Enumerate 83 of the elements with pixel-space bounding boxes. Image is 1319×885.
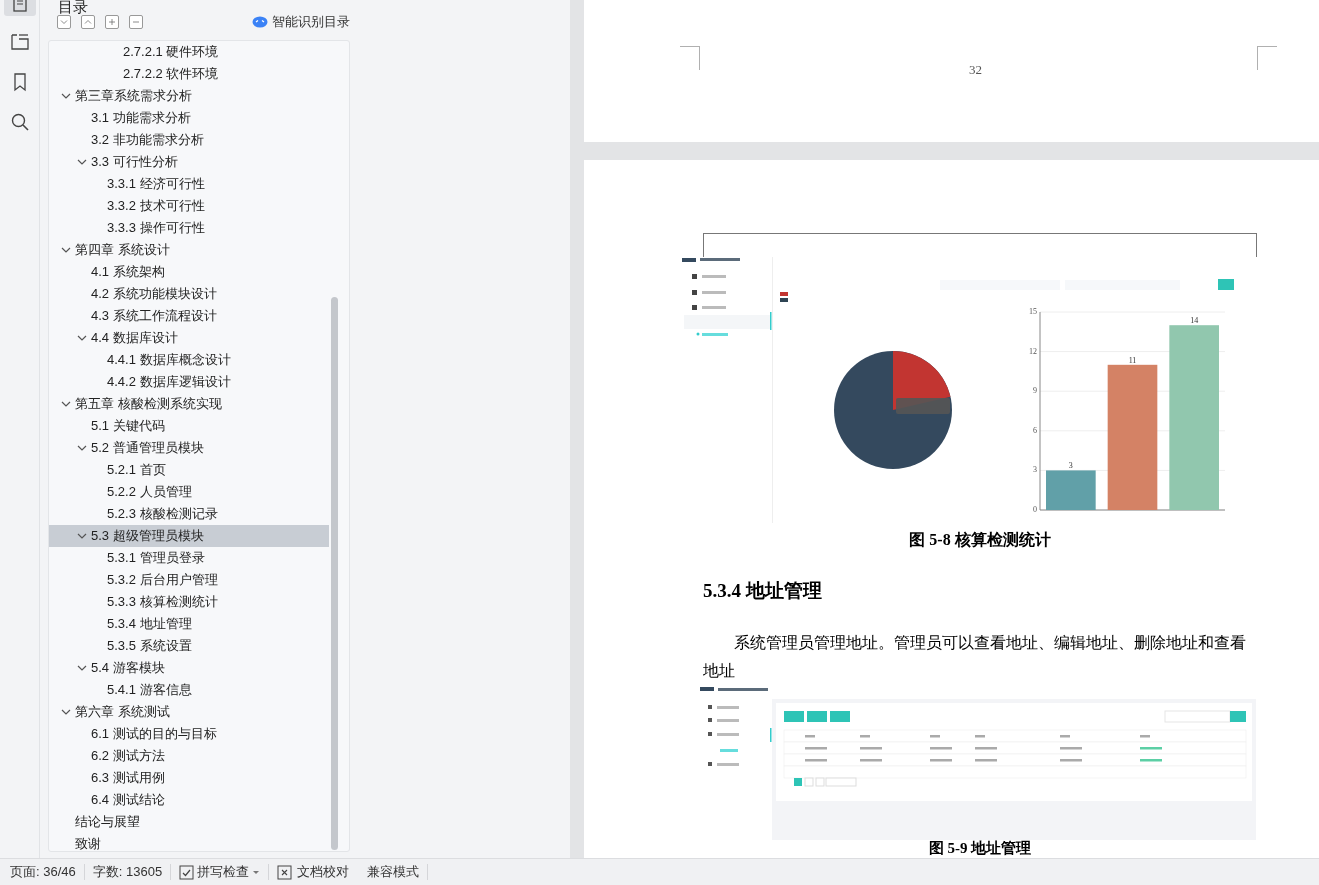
section-heading: 5.3.4 地址管理 <box>703 579 822 603</box>
toc-item[interactable]: 第四章 系统设计 <box>49 239 329 261</box>
bar-value-label: 14 <box>1190 316 1199 326</box>
toc-item[interactable]: 致谢 <box>49 833 329 851</box>
add-level-button[interactable] <box>105 15 119 29</box>
smart-toc-button[interactable]: 智能识别目录 <box>252 12 350 32</box>
expand-all-button[interactable] <box>81 15 95 29</box>
toc-item[interactable]: 2.7.2.1 硬件环境 <box>49 41 329 63</box>
proofread-button[interactable]: 文档校对 <box>277 862 350 882</box>
cross-box-icon <box>277 864 293 880</box>
chevron-icon[interactable] <box>61 245 71 255</box>
body-paragraph: 系统管理员管理地址。管理员可以查看地址、编辑地址、删除地址和查看地址 <box>703 633 1247 681</box>
toc-item[interactable]: 3.3.2 技术可行性 <box>49 195 329 217</box>
axis-tick-label: 3 <box>1033 465 1037 475</box>
bar-value-label: 11 <box>1128 355 1137 365</box>
bar-value-label: 3 <box>1068 461 1073 471</box>
corner-mark-drawing <box>1257 46 1277 70</box>
figure-caption: 图 5-8 核算检测统计 <box>908 530 1052 550</box>
toc-item[interactable]: 第三章系统需求分析 <box>49 85 329 107</box>
chevron-icon[interactable] <box>77 157 87 167</box>
axis-tick-label: 6 <box>1033 425 1037 435</box>
axis-tick-label: 0 <box>1033 505 1037 514</box>
chevron-icon[interactable] <box>61 91 71 101</box>
chevron-icon[interactable] <box>77 333 87 343</box>
toc-item[interactable]: 6.3 测试用例 <box>49 767 329 789</box>
scrollbar-thumb[interactable] <box>331 297 338 850</box>
search-icon <box>9 112 30 132</box>
caret-icon <box>252 868 261 876</box>
toc-item[interactable]: 3.1 功能需求分析 <box>49 107 329 129</box>
toc-item[interactable]: 3.3.1 经济可行性 <box>49 173 329 195</box>
chevron-icon[interactable] <box>77 443 87 453</box>
toc-item[interactable]: 4.3 系统工作流程设计 <box>49 305 329 327</box>
toc-item[interactable]: 3.2 非功能需求分析 <box>49 129 329 151</box>
toc-item[interactable]: 5.2 普通管理员模块 <box>49 437 329 459</box>
toc-item[interactable]: 3.3.3 操作可行性 <box>49 217 329 239</box>
toc-item[interactable]: 4.4 数据库设计 <box>49 327 329 349</box>
toc-item[interactable]: 5.2.1 首页 <box>49 459 329 481</box>
toc-item[interactable]: 5.3.1 管理员登录 <box>49 547 329 569</box>
toc-item[interactable]: 5.2.3 核酸检测记录 <box>49 503 329 525</box>
toc-item[interactable]: 4.4.1 数据库概念设计 <box>49 349 329 371</box>
toc-item[interactable]: 2.7.2.2 软件环境 <box>49 63 329 85</box>
toc-item[interactable]: 5.3.5 系统设置 <box>49 635 329 657</box>
toc-item[interactable]: 结论与展望 <box>49 811 329 833</box>
chevron-icon[interactable] <box>61 399 71 409</box>
word-count: 字数: 13605 <box>92 863 163 882</box>
toc-item[interactable]: 第五章 核酸检测系统实现 <box>49 393 329 415</box>
toc-item[interactable]: 6.4 测试结论 <box>49 789 329 811</box>
toc-item[interactable]: 5.3.2 后台用户管理 <box>49 569 329 591</box>
compatibility-mode-button[interactable]: 兼容模式 <box>367 862 420 882</box>
axis-tick-label: 15 <box>1029 307 1037 316</box>
spell-check-button[interactable]: 拼写检查 <box>179 862 261 882</box>
chevron-icon[interactable] <box>77 531 87 541</box>
toc-item[interactable]: 6.1 测试的目的与目标 <box>49 723 329 745</box>
remove-level-button[interactable] <box>129 15 143 29</box>
panel-title: 目录 <box>57 0 89 14</box>
axis-tick-label: 12 <box>1029 346 1037 356</box>
toc-item[interactable]: 第六章 系统测试 <box>49 701 329 723</box>
toc-item[interactable]: 4.1 系统架构 <box>49 261 329 283</box>
toc-item[interactable]: 5.4.1 游客信息 <box>49 679 329 701</box>
add-level-icon <box>106 16 118 28</box>
toc-item[interactable]: 6.2 测试方法 <box>49 745 329 767</box>
toc-item[interactable]: 5.3 超级管理员模块 <box>49 525 329 547</box>
robot-icon <box>252 16 268 28</box>
toc-item[interactable]: 5.3.3 核算检测统计 <box>49 591 329 613</box>
collapse-all-button[interactable] <box>57 15 71 29</box>
tooltip-drawing <box>896 398 950 414</box>
toc-item[interactable]: 5.4 游客模块 <box>49 657 329 679</box>
corner-mark-drawing <box>680 46 700 70</box>
axis-tick-label: 9 <box>1033 386 1037 396</box>
bar <box>1046 470 1096 510</box>
toc-item[interactable]: 4.4.2 数据库逻辑设计 <box>49 371 329 393</box>
figure-caption: 图 5-9 地址管理 <box>927 839 1033 857</box>
outline-icon <box>9 32 30 52</box>
toc-item[interactable]: 5.1 关键代码 <box>49 415 329 437</box>
toc-item[interactable]: 5.2.2 人员管理 <box>49 481 329 503</box>
checkbox-icon <box>179 864 195 880</box>
chevron-icon[interactable] <box>61 707 71 717</box>
page-count: 页面: 36/46 <box>10 863 76 882</box>
toc-item[interactable]: 5.3.4 地址管理 <box>49 613 329 635</box>
toc-item[interactable]: 4.2 系统功能模块设计 <box>49 283 329 305</box>
toc-item[interactable]: 3.3 可行性分析 <box>49 151 329 173</box>
page-number: 32 <box>969 61 982 79</box>
chevron-icon[interactable] <box>77 663 87 673</box>
